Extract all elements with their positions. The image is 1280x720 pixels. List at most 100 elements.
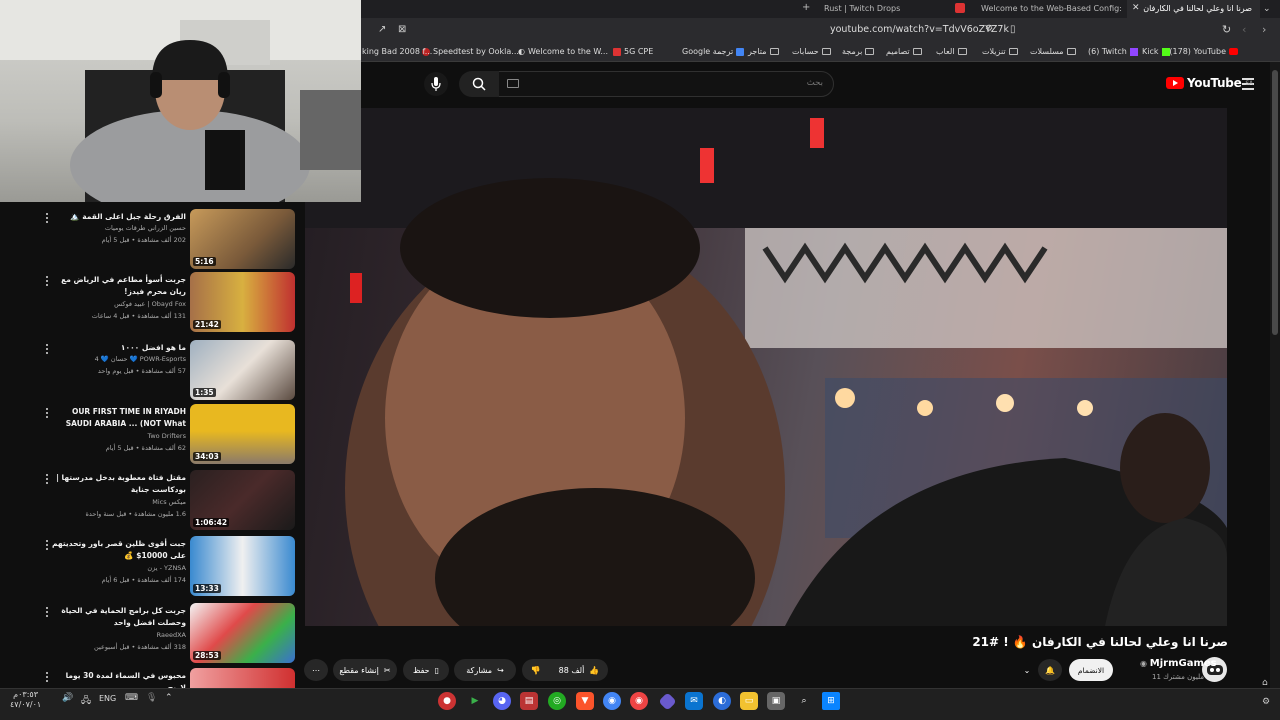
- bookmark-folder-games[interactable]: العاب: [936, 47, 967, 56]
- bookmark-kick[interactable]: Kick: [1142, 47, 1170, 56]
- chrome-icon[interactable]: ◉: [603, 692, 621, 710]
- bookmark-5g-cpe[interactable]: 5G CPE: [613, 47, 653, 56]
- channel-name[interactable]: Obayd Fox | عبيد فوكس: [114, 300, 186, 308]
- tab-config[interactable]: Welcome to the Web-Based Config:: [975, 0, 1123, 18]
- expand-button[interactable]: ⌄: [1017, 659, 1037, 681]
- keyboard-icon[interactable]: [507, 79, 519, 88]
- share-page-icon[interactable]: ↗: [378, 24, 386, 35]
- bookmark-folder-programming[interactable]: برمجة: [842, 47, 875, 56]
- taskbar-search-icon[interactable]: ⌕: [795, 692, 813, 710]
- voice-search-button[interactable]: [424, 72, 448, 96]
- bookmark-folder-accounts[interactable]: حسابات: [792, 47, 831, 56]
- back-icon[interactable]: ›: [1262, 23, 1266, 36]
- edge-icon[interactable]: ◐: [713, 692, 731, 710]
- list-item[interactable]: محبوس في السماء لمدة 30 يوما لاربح: [0, 668, 300, 688]
- list-item[interactable]: 5:16 الفرق رحلة جبل اعلى القمة 🏔️ حسين ا…: [0, 209, 300, 275]
- bookmark-folder-designs[interactable]: تصاميم: [886, 47, 922, 56]
- video-title[interactable]: مقتل فتاة معطوبة بدخل مدرستها | بودكاست …: [51, 472, 186, 496]
- tab-close-icon[interactable]: ✕: [1132, 3, 1140, 13]
- outlook-icon[interactable]: ✉: [685, 692, 703, 710]
- video-thumbnail[interactable]: 5:16: [190, 209, 295, 269]
- video-thumbnail[interactable]: 34:03: [190, 404, 295, 464]
- notifications-button[interactable]: 🔔: [1038, 659, 1062, 681]
- bookmark-twitch[interactable]: (6) Twitch: [1088, 47, 1138, 56]
- scrollbar-thumb[interactable]: [1272, 70, 1278, 335]
- brave-icon[interactable]: ▼: [576, 692, 594, 710]
- video-title[interactable]: محبوس في السماء لمدة 30 يوما لاربح: [51, 670, 186, 688]
- channel-name[interactable]: ميكس Mics: [152, 498, 186, 506]
- more-options-icon[interactable]: [46, 474, 49, 486]
- like-icon[interactable]: 👍: [589, 666, 599, 675]
- more-options-icon[interactable]: [46, 213, 49, 225]
- tab-current[interactable]: صرنا انا وعلي لحالنا في الكارفان: [1127, 0, 1260, 18]
- bookmark-youtube[interactable]: (178) YouTube: [1169, 47, 1238, 56]
- more-options-icon[interactable]: [46, 408, 49, 420]
- file-explorer-icon[interactable]: ▭: [740, 692, 758, 710]
- video-title[interactable]: ما هو افضل ١٠٠٠: [51, 342, 186, 354]
- bookmark-folder-stores[interactable]: متاجر: [748, 47, 779, 56]
- tab-list-icon[interactable]: ⌄: [1263, 4, 1271, 14]
- chrome-alt-icon[interactable]: ◉: [630, 692, 648, 710]
- url-field[interactable]: youtube.com/watch?v=TdvV6oZYZ7k: [830, 24, 1009, 35]
- tab-twitch-drops[interactable]: Rust | Twitch Drops: [818, 0, 948, 18]
- like-count[interactable]: 88 ألف: [559, 666, 585, 675]
- join-button[interactable]: الانضمام: [1069, 659, 1113, 681]
- bookmark-icon[interactable]: ▯: [1010, 24, 1016, 35]
- channel-name[interactable]: POWR-Esports 💙 حسان 💙 4: [95, 355, 186, 363]
- reload-icon[interactable]: ↻: [1222, 23, 1231, 36]
- notifications-tray-icon[interactable]: ⌂: [1262, 678, 1268, 688]
- video-title[interactable]: الفرق رحلة جبل اعلى القمة 🏔️: [51, 211, 186, 223]
- bookmark-folder-series[interactable]: مسلسلات: [1030, 47, 1076, 56]
- microphone-tray-icon[interactable]: 🎙: [146, 693, 157, 703]
- video-thumbnail[interactable]: 1:35: [190, 340, 295, 400]
- list-item[interactable]: 34:03 OUR FIRST TIME IN RIYADH SAUDI ARA…: [0, 404, 300, 470]
- bookmark-welcome[interactable]: ◐ Welcome to the W...: [518, 47, 608, 56]
- video-thumbnail[interactable]: 21:42: [190, 272, 295, 332]
- list-item[interactable]: 28:53 جربت كل برامج الحماية في الحياة وح…: [0, 603, 300, 669]
- screenshot-icon[interactable]: ⊠: [398, 24, 406, 35]
- bookmark-speedtest[interactable]: Speedtest by Ookla...: [422, 47, 519, 56]
- app-icon[interactable]: ▤: [520, 692, 538, 710]
- video-thumbnail[interactable]: 13:33: [190, 536, 295, 596]
- obs-icon[interactable]: ●: [438, 692, 456, 710]
- search-button[interactable]: [459, 71, 499, 97]
- channel-name[interactable]: Two Drifters: [147, 432, 186, 440]
- keyboard-icon[interactable]: ⌨: [125, 693, 138, 703]
- video-title[interactable]: OUR FIRST TIME IN RIYADH SAUDI ARABIA ..…: [51, 406, 186, 430]
- youtube-logo[interactable]: YouTube SA: [1166, 76, 1253, 90]
- channel-name[interactable]: ◉ MjrmGames: [1140, 658, 1217, 669]
- discord-icon[interactable]: ◕: [493, 692, 511, 710]
- list-item[interactable]: 13:33 جبت أقوى ظلين قصر باور وتحديتهم عل…: [0, 536, 300, 602]
- video-thumbnail[interactable]: 1:06:42: [190, 470, 295, 530]
- more-actions-button[interactable]: ⋯: [304, 659, 328, 681]
- list-item[interactable]: 21:42 جربت أسوأ مطاعم في الرياض مع ريان …: [0, 272, 300, 338]
- xbox-icon[interactable]: ◎: [548, 692, 566, 710]
- video-player[interactable]: [305, 108, 1227, 626]
- bookmark-folder-downloads[interactable]: تنزيلات: [982, 47, 1018, 56]
- more-options-icon[interactable]: [46, 276, 49, 288]
- language-indicator[interactable]: ENG: [99, 694, 116, 703]
- bookmark-breaking-bad[interactable]: king Bad 2008 f...: [362, 47, 432, 56]
- video-title[interactable]: جربت كل برامج الحماية في الحياة وحصلت اف…: [51, 605, 186, 629]
- more-options-icon[interactable]: [46, 344, 49, 356]
- save-button[interactable]: حفظ ▯: [403, 659, 449, 681]
- search-input[interactable]: بحث: [498, 71, 834, 97]
- more-options-icon[interactable]: [46, 540, 49, 552]
- more-options-icon[interactable]: [46, 672, 49, 684]
- video-thumbnail[interactable]: [190, 668, 295, 688]
- share-button[interactable]: مشاركة ↪: [454, 659, 516, 681]
- network-icon[interactable]: 🖧: [81, 693, 91, 709]
- clock[interactable]: ٠٣:٥٣م ٤٧/٠٧/٠١: [10, 690, 41, 710]
- play-icon[interactable]: ▶: [466, 692, 484, 710]
- channel-name[interactable]: YZNSA - يزن: [147, 564, 186, 572]
- channel-name[interactable]: حسين الزراني طرقات يوميات: [105, 224, 186, 232]
- more-options-icon[interactable]: [46, 607, 49, 619]
- video-thumbnail[interactable]: 28:53: [190, 603, 295, 663]
- new-tab-icon[interactable]: +: [802, 2, 810, 13]
- settings-tray-icon[interactable]: ⚙: [1262, 697, 1270, 707]
- forward-icon[interactable]: ‹: [1242, 23, 1246, 36]
- clip-button[interactable]: إنشاء مقطع ✂: [333, 659, 397, 681]
- start-windows-icon[interactable]: ⊞: [822, 692, 840, 710]
- list-item[interactable]: 1:06:42 مقتل فتاة معطوبة بدخل مدرستها | …: [0, 470, 300, 536]
- list-item[interactable]: 1:35 ما هو افضل ١٠٠٠ POWR-Esports 💙 حسان…: [0, 340, 300, 406]
